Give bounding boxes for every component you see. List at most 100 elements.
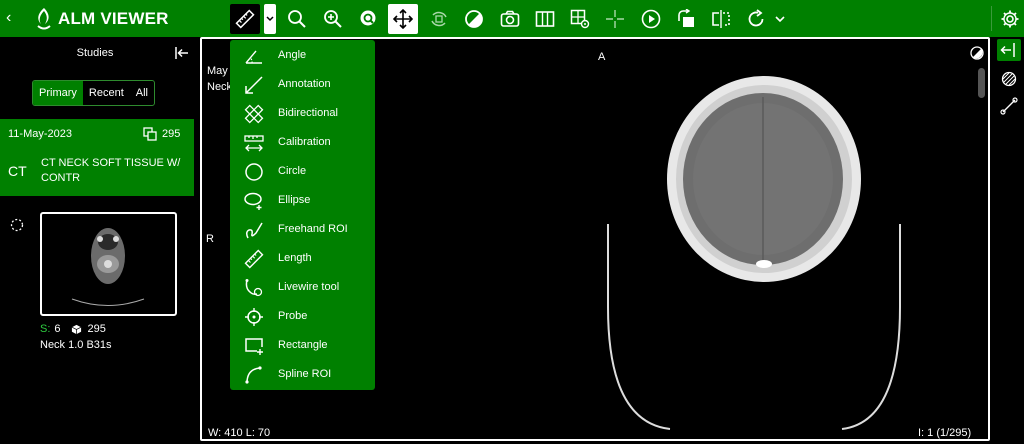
series-thumbnail[interactable]	[40, 212, 177, 316]
contrast-button[interactable]	[459, 4, 489, 34]
menu-item-bidirectional[interactable]: Bidirectional	[230, 99, 375, 128]
crosshair-icon	[606, 10, 624, 28]
viewport-scrollbar[interactable]	[978, 68, 985, 98]
menu-item-label: Rectangle	[278, 339, 328, 351]
menu-item-label: Angle	[278, 49, 307, 61]
menu-item-angle[interactable]: Angle	[230, 41, 375, 70]
top-toolbar: ‹ ALM VIEWER	[0, 0, 1024, 37]
study-image-count: 295	[162, 128, 181, 140]
expand-panel-button[interactable]	[997, 39, 1021, 61]
menu-item-rectangle[interactable]: Rectangle	[230, 331, 375, 360]
refresh-icon	[748, 9, 764, 27]
cine-button[interactable]	[636, 4, 666, 34]
capture-button[interactable]	[495, 4, 525, 34]
menu-item-label: Bidirectional	[278, 107, 338, 119]
camera-icon	[500, 10, 520, 27]
zoom-fit-button[interactable]	[354, 4, 384, 34]
circle-icon	[245, 163, 263, 181]
rotate-3d-icon	[431, 11, 447, 27]
menu-item-spline-roi[interactable]: Spline ROI	[230, 360, 375, 389]
flip-button[interactable]	[706, 4, 736, 34]
crosshair-button[interactable]	[600, 4, 630, 34]
move-arrows-icon	[393, 9, 413, 29]
flip-icon	[712, 10, 730, 28]
study-description: CT NECK SOFT TISSUE W/ CONTR	[41, 157, 181, 184]
menu-item-probe[interactable]: Probe	[230, 302, 375, 331]
rotate-3d-button[interactable]	[424, 4, 454, 34]
tab-recent[interactable]: Recent	[83, 81, 130, 105]
cube-icon	[71, 324, 81, 334]
menu-item-label: Ellipse	[278, 194, 311, 206]
zoom-button[interactable]	[282, 4, 312, 34]
menu-item-label: Freehand ROI	[278, 223, 348, 235]
pan-button[interactable]	[388, 4, 418, 34]
study-card[interactable]: 11-May-2023 295 CT CT NECK SOFT TISSUE W…	[0, 119, 194, 196]
layout-button[interactable]	[530, 4, 560, 34]
grid-gear-icon	[570, 9, 590, 29]
ruler-icon	[244, 249, 264, 269]
tab-primary[interactable]: Primary	[33, 81, 83, 105]
contrast-icon	[465, 10, 483, 28]
measurement-tools-menu: Angle Annotation Bidirectional Calibrati…	[230, 40, 375, 390]
menu-item-livewire-tool[interactable]: Livewire tool	[230, 273, 375, 302]
menu-item-label: Length	[278, 252, 312, 264]
series-description: Neck 1.0 B31s	[40, 339, 112, 351]
more-tools-button[interactable]	[768, 4, 792, 34]
rotate-button[interactable]	[671, 4, 701, 34]
menu-item-length[interactable]: Length	[230, 244, 375, 273]
calibration-icon	[244, 135, 264, 152]
window-level-readout: W: 410 L: 70	[208, 427, 271, 439]
freehand-icon	[245, 222, 263, 239]
magnifier-icon	[288, 10, 306, 28]
right-tool-panel	[995, 37, 1024, 444]
probe-icon	[245, 308, 263, 326]
menu-item-annotation[interactable]: Annotation	[230, 70, 375, 99]
rotate-icon	[678, 9, 694, 27]
expand-panel-icon	[1000, 43, 1015, 57]
menu-item-ellipse[interactable]: Ellipse	[230, 186, 375, 215]
series-meta: S: 6 295	[40, 323, 106, 335]
back-icon[interactable]: ‹	[6, 9, 20, 27]
menu-item-label: Livewire tool	[278, 281, 340, 293]
gear-icon	[1001, 10, 1019, 28]
viewport-contrast-icon[interactable]	[970, 46, 984, 60]
series-number: 6	[54, 323, 61, 335]
tab-all[interactable]: All	[130, 81, 154, 105]
hatched-circle-icon[interactable]	[1001, 71, 1017, 87]
study-modality: CT	[8, 163, 27, 179]
menu-item-freehand-roi[interactable]: Freehand ROI	[230, 215, 375, 244]
study-filter-tabs: Primary Recent All	[32, 80, 155, 106]
series-label: S:	[40, 323, 51, 335]
spline-icon	[245, 366, 262, 384]
studies-title: Studies	[76, 47, 114, 59]
zoom-in-icon	[324, 10, 342, 28]
zoom-in-button[interactable]	[318, 4, 348, 34]
menu-item-label: Calibration	[278, 136, 331, 148]
menu-item-label: Circle	[278, 165, 307, 177]
ellipse-icon	[244, 192, 262, 210]
neck-ct-thumbnail-image	[71, 228, 145, 306]
menu-item-circle[interactable]: Circle	[230, 157, 375, 186]
leaf-logo-icon	[37, 8, 51, 30]
menu-item-label: Annotation	[278, 78, 331, 90]
zoom-fit-icon	[360, 10, 376, 26]
chevron-down-icon	[775, 16, 785, 23]
study-date: 11-May-2023	[8, 128, 72, 140]
layout-icon	[535, 11, 555, 27]
collapse-panel-icon[interactable]	[175, 47, 189, 59]
measure-tool-button[interactable]	[230, 4, 260, 34]
ruler-icon	[235, 9, 255, 29]
overlay-top-left-line2: Neck	[207, 81, 233, 93]
orientation-marker-top: A	[598, 51, 606, 63]
studies-panel: Studies Primary Recent All 11-May-2023 2…	[0, 37, 200, 444]
bidirectional-ruler-icon	[244, 104, 264, 124]
measure-dropdown-toggle[interactable]	[264, 4, 276, 34]
line-segment-icon[interactable]	[1000, 97, 1018, 115]
overlay-top-left-line1: May	[207, 65, 228, 77]
settings-button[interactable]	[995, 4, 1024, 34]
menu-item-calibration[interactable]: Calibration	[230, 128, 375, 157]
reset-button[interactable]	[741, 4, 771, 34]
orientation-marker-left: R	[206, 233, 214, 245]
layout-settings-button[interactable]	[565, 4, 595, 34]
play-icon	[641, 9, 661, 29]
